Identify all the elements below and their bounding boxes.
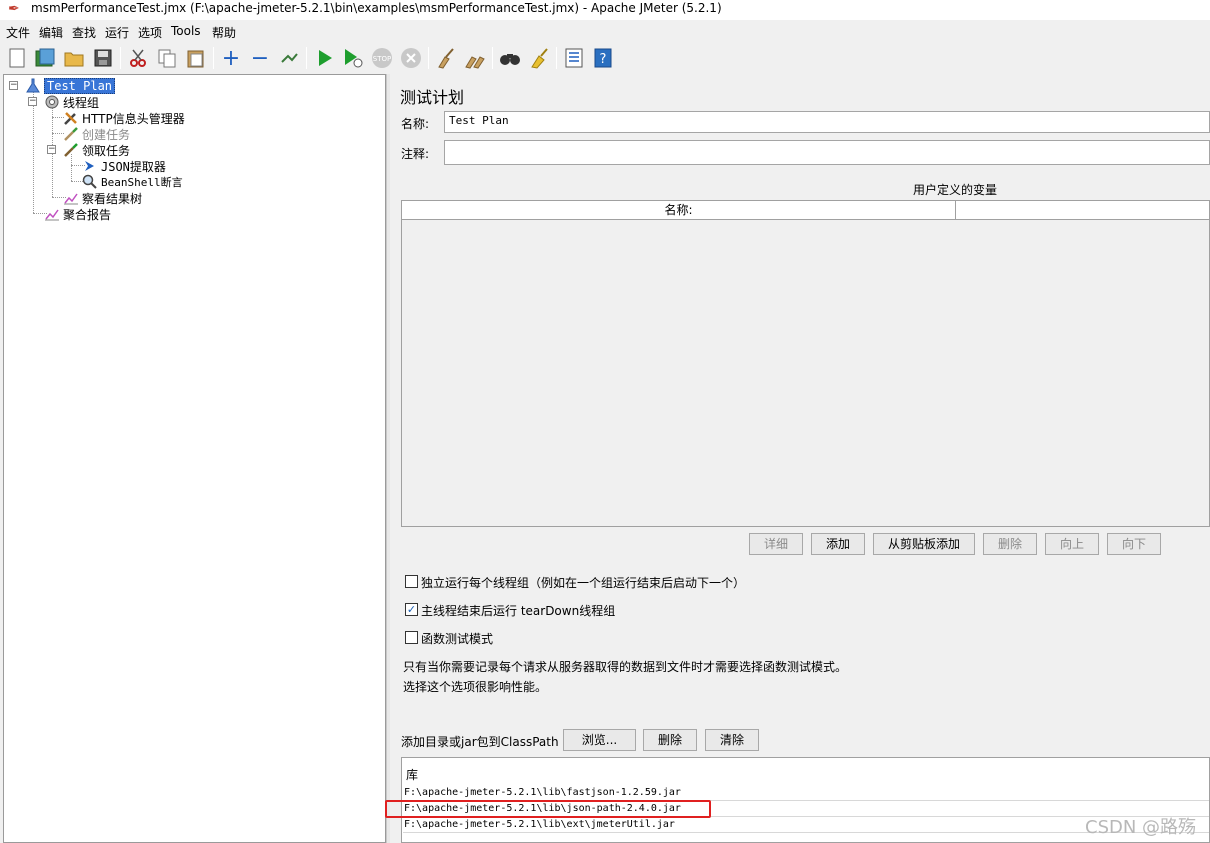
move-up-button[interactable]: 向上 bbox=[1045, 533, 1099, 555]
add-button[interactable]: 添加 bbox=[811, 533, 865, 555]
tree-node-http-header-manager[interactable]: HTTP信息头管理器 bbox=[63, 110, 185, 126]
menu-help[interactable]: 帮助 bbox=[212, 24, 236, 41]
functional-mode-note-line1: 只有当你需要记录每个请求从服务器取得的数据到文件时才需要选择函数测试模式。 bbox=[403, 660, 848, 674]
title-bar: ✒ msmPerformanceTest.jmx (F:\apache-jmet… bbox=[0, 0, 1210, 20]
panel-title: 测试计划 bbox=[400, 88, 465, 107]
watermark: CSDN @路殇 bbox=[1085, 817, 1197, 838]
tree-node-receive-task[interactable]: 领取任务 bbox=[63, 142, 130, 158]
teardown-on-shutdown-label: 主线程结束后运行 tearDown线程组 bbox=[421, 604, 616, 618]
table-header: 名称: bbox=[402, 201, 1209, 220]
function-helper-icon[interactable] bbox=[562, 46, 586, 70]
menu-search[interactable]: 查找 bbox=[72, 24, 96, 41]
menu-edit[interactable]: 编辑 bbox=[39, 24, 63, 41]
serialize-thread-groups-label: 独立运行每个线程组（例如在一个组运行结束后启动下一个） bbox=[421, 576, 746, 590]
stop-icon: STOP bbox=[370, 46, 394, 70]
tree-node-label: JSON提取器 bbox=[101, 159, 166, 174]
clear-all-icon[interactable] bbox=[463, 46, 487, 70]
reset-search-icon[interactable] bbox=[527, 46, 551, 70]
search-binoculars-icon[interactable] bbox=[498, 46, 522, 70]
start-icon[interactable] bbox=[313, 46, 337, 70]
open-folder-icon[interactable] bbox=[62, 46, 86, 70]
serialize-thread-groups-checkbox[interactable] bbox=[405, 575, 418, 588]
annotation-highlight-box bbox=[385, 800, 711, 818]
svg-text:STOP: STOP bbox=[373, 55, 391, 63]
tree-node-label: Test Plan bbox=[44, 78, 116, 94]
functional-test-mode-checkbox[interactable] bbox=[405, 631, 418, 644]
tree-collapse-toggle[interactable]: − bbox=[28, 97, 37, 106]
tree-node-label: 察看结果树 bbox=[82, 191, 143, 206]
collapse-all-icon[interactable]: − bbox=[248, 46, 272, 71]
tree-node-view-results-tree[interactable]: 察看结果树 bbox=[63, 190, 142, 206]
functional-test-mode-label: 函数测试模式 bbox=[421, 632, 494, 646]
name-label: 名称: bbox=[401, 117, 430, 131]
graph-icon bbox=[63, 190, 79, 206]
test-plan-panel: 测试计划 名称: Test Plan 注释: 用户定义的变量 名称: 详细 添加… bbox=[390, 74, 1210, 843]
dropper-icon bbox=[63, 126, 79, 142]
browse-button[interactable]: 浏览... bbox=[563, 729, 636, 751]
library-column-header[interactable]: 库 bbox=[406, 766, 418, 783]
tree-node-label: 聚合报告 bbox=[63, 207, 112, 222]
menu-bar: 文件 编辑 查找 运行 选项 Tools 帮助 bbox=[0, 21, 1210, 41]
start-no-pauses-icon[interactable] bbox=[341, 46, 365, 70]
classpath-delete-button[interactable]: 删除 bbox=[643, 729, 697, 751]
expand-all-icon[interactable]: + bbox=[219, 46, 243, 71]
tree-collapse-toggle[interactable]: − bbox=[47, 145, 56, 154]
column-header-name[interactable]: 名称: bbox=[402, 201, 956, 220]
detail-button[interactable]: 详细 bbox=[749, 533, 803, 555]
tree-node-label: 创建任务 bbox=[82, 127, 131, 142]
toolbar: + − STOP ? bbox=[0, 43, 1210, 73]
clear-icon[interactable] bbox=[434, 46, 458, 70]
tree-node-create-task[interactable]: 创建任务 bbox=[63, 126, 130, 142]
new-file-icon[interactable] bbox=[5, 46, 29, 70]
tree-node-json-extractor[interactable]: JSON提取器 bbox=[82, 158, 166, 174]
tree-node-label: 线程组 bbox=[63, 95, 100, 110]
jmeter-feather-icon: ✒ bbox=[8, 1, 20, 17]
move-down-button[interactable]: 向下 bbox=[1107, 533, 1161, 555]
dropper-icon bbox=[63, 142, 79, 158]
svg-text:?: ? bbox=[600, 52, 607, 67]
cut-icon[interactable] bbox=[126, 46, 150, 70]
tree-node-label: 领取任务 bbox=[82, 143, 131, 158]
templates-icon[interactable] bbox=[33, 46, 57, 70]
table-row[interactable]: F:\apache-jmeter-5.2.1\lib\fastjson-1.2.… bbox=[403, 785, 1209, 801]
comment-label: 注释: bbox=[401, 147, 430, 161]
tree-collapse-toggle[interactable]: − bbox=[9, 81, 18, 90]
copy-icon[interactable] bbox=[155, 46, 179, 70]
menu-file[interactable]: 文件 bbox=[6, 24, 30, 41]
help-icon[interactable]: ? bbox=[591, 46, 615, 70]
classpath-clear-button[interactable]: 清除 bbox=[705, 729, 759, 751]
shutdown-icon bbox=[399, 46, 423, 70]
gear-icon bbox=[44, 94, 60, 110]
paste-icon[interactable] bbox=[184, 46, 208, 70]
functional-mode-note-line2: 选择这个选项很影响性能。 bbox=[403, 680, 548, 694]
tree-node-beanshell-assertion[interactable]: BeanShell断言 bbox=[82, 174, 183, 190]
menu-tools[interactable]: Tools bbox=[171, 24, 201, 38]
user-variables-table[interactable]: 名称: bbox=[401, 200, 1210, 527]
tree-node-label: BeanShell断言 bbox=[101, 176, 183, 189]
menu-options[interactable]: 选项 bbox=[138, 24, 162, 41]
user-variables-title: 用户定义的变量 bbox=[913, 183, 998, 197]
magnifier-icon bbox=[82, 174, 98, 190]
test-plan-icon bbox=[25, 78, 41, 94]
toggle-icon[interactable] bbox=[277, 46, 301, 70]
classpath-label: 添加目录或jar包到ClassPath bbox=[401, 735, 559, 749]
add-from-clipboard-button[interactable]: 从剪贴板添加 bbox=[873, 533, 975, 555]
tree-node-label: HTTP信息头管理器 bbox=[82, 111, 185, 126]
arrow-icon bbox=[82, 158, 98, 174]
teardown-on-shutdown-checkbox[interactable]: ✓ bbox=[405, 603, 418, 616]
tree-node-aggregate-report[interactable]: 聚合报告 bbox=[44, 206, 111, 222]
tree-node-thread-group[interactable]: 线程组 bbox=[44, 94, 99, 110]
tree-node-test-plan[interactable]: Test Plan bbox=[25, 78, 116, 94]
wrench-icon bbox=[63, 110, 79, 126]
graph-icon bbox=[44, 206, 60, 222]
test-plan-tree: − − − Test Plan 线程组 HTTP信息头管理器 创建任务 领取任务 bbox=[3, 74, 386, 843]
comment-field[interactable] bbox=[444, 140, 1210, 165]
menu-run[interactable]: 运行 bbox=[105, 24, 129, 41]
window-title: msmPerformanceTest.jmx (F:\apache-jmeter… bbox=[31, 1, 722, 15]
save-icon[interactable] bbox=[91, 46, 115, 70]
name-field[interactable]: Test Plan bbox=[444, 111, 1210, 133]
delete-button[interactable]: 删除 bbox=[983, 533, 1037, 555]
